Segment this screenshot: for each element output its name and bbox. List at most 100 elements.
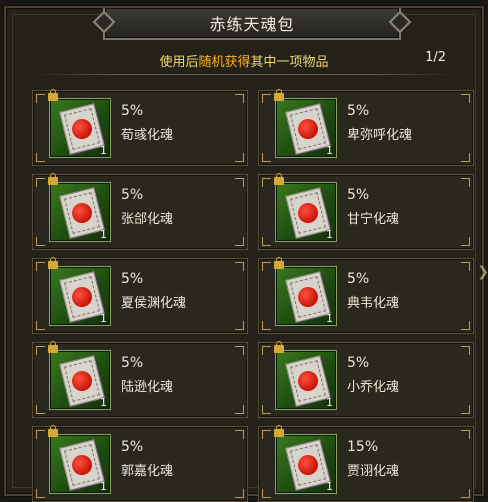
description-suffix: 其中一项物品: [250, 55, 329, 70]
red-seal: [295, 452, 321, 478]
item-pack-panel: 赤练天魂包 使用后随机获得其中一项物品 1/2 1 5% 荀彧化魂 1 5% 卑…: [4, 6, 484, 502]
card-corner: [36, 321, 45, 330]
lock-icon: [48, 89, 58, 101]
item-name: 夏侯渊化魂: [121, 296, 187, 311]
talisman-card: [285, 355, 331, 407]
item-probability: 5%: [347, 355, 370, 371]
lock-icon: [48, 257, 58, 269]
item-card[interactable]: 1 5% 荀彧化魂: [32, 89, 248, 166]
red-seal: [295, 116, 321, 142]
item-card[interactable]: 1 5% 夏侯渊化魂: [32, 257, 248, 334]
item-quantity: 1: [326, 144, 333, 157]
card-corner: [461, 262, 470, 271]
red-seal: [69, 368, 95, 394]
card-corner: [262, 346, 271, 355]
talisman-card: [59, 439, 105, 491]
card-corner: [36, 237, 45, 246]
item-name: 张郃化魂: [121, 212, 174, 227]
description-highlight: 随机获得: [198, 55, 251, 70]
card-corner: [461, 405, 470, 414]
panel-title: 赤练天魂包: [209, 15, 295, 34]
card-corner: [235, 489, 244, 498]
red-seal: [295, 284, 321, 310]
card-corner: [36, 178, 45, 187]
lock-icon: [48, 425, 58, 437]
lock-icon: [48, 173, 58, 185]
item-quantity: 1: [326, 312, 333, 325]
item-name: 荀彧化魂: [121, 128, 174, 143]
item-card[interactable]: 1 15% 贾诩化魂: [258, 425, 474, 502]
card-corner: [36, 153, 45, 162]
card-corner: [262, 262, 271, 271]
item-card[interactable]: 1 5% 甘宁化魂: [258, 173, 474, 250]
soul-talisman-icon[interactable]: 1: [48, 257, 111, 326]
item-probability: 5%: [347, 187, 370, 203]
item-probability: 5%: [121, 187, 144, 203]
red-seal: [69, 452, 95, 478]
item-quantity: 1: [100, 480, 107, 493]
card-corner: [262, 430, 271, 439]
lock-icon: [274, 341, 284, 353]
item-name: 贾诩化魂: [347, 464, 400, 479]
item-card[interactable]: 1 5% 卑弥呼化魂: [258, 89, 474, 166]
card-corner: [36, 262, 45, 271]
item-probability: 15%: [347, 439, 379, 455]
soul-talisman-icon[interactable]: 1: [48, 173, 111, 242]
talisman-card: [285, 439, 331, 491]
lock-icon: [274, 173, 284, 185]
card-corner: [461, 430, 470, 439]
card-corner: [461, 237, 470, 246]
soul-talisman-icon[interactable]: 1: [274, 89, 337, 158]
item-quantity: 1: [100, 228, 107, 241]
talisman-card: [59, 187, 105, 239]
card-corner: [36, 405, 45, 414]
item-card[interactable]: 1 5% 张郃化魂: [32, 173, 248, 250]
item-card[interactable]: 1 5% 典韦化魂: [258, 257, 474, 334]
card-corner: [235, 262, 244, 271]
soul-talisman-icon[interactable]: 1: [48, 425, 111, 494]
card-corner: [461, 178, 470, 187]
card-corner: [262, 489, 271, 498]
item-name: 陆逊化魂: [121, 380, 174, 395]
item-probability: 5%: [121, 355, 144, 371]
item-quantity: 1: [326, 396, 333, 409]
item-quantity: 1: [100, 396, 107, 409]
item-card[interactable]: 1 5% 小乔化魂: [258, 341, 474, 418]
item-quantity: 1: [326, 228, 333, 241]
red-seal: [295, 200, 321, 226]
talisman-card: [285, 187, 331, 239]
soul-talisman-icon[interactable]: 1: [274, 425, 337, 494]
page-indicator: 1/2: [425, 50, 446, 65]
red-seal: [69, 284, 95, 310]
soul-talisman-icon[interactable]: 1: [48, 341, 111, 410]
header-divider: [36, 74, 452, 75]
card-corner: [235, 153, 244, 162]
soul-talisman-icon[interactable]: 1: [48, 89, 111, 158]
item-card[interactable]: 1 5% 陆逊化魂: [32, 341, 248, 418]
card-corner: [235, 178, 244, 187]
card-corner: [461, 153, 470, 162]
talisman-card: [285, 103, 331, 155]
soul-talisman-icon[interactable]: 1: [274, 173, 337, 242]
card-corner: [461, 94, 470, 103]
card-corner: [262, 237, 271, 246]
title-plate: 赤练天魂包: [92, 8, 412, 40]
lock-icon: [274, 257, 284, 269]
soul-talisman-icon[interactable]: 1: [274, 257, 337, 326]
item-name: 卑弥呼化魂: [347, 128, 413, 143]
item-grid: 1 5% 荀彧化魂 1 5% 卑弥呼化魂 1 5% 张郃化魂 1 5% 甘宁化魂…: [32, 89, 474, 502]
lock-icon: [274, 425, 284, 437]
item-probability: 5%: [121, 439, 144, 455]
chevron-right-icon[interactable]: ❯: [477, 264, 488, 280]
soul-talisman-icon[interactable]: 1: [274, 341, 337, 410]
red-seal: [69, 116, 95, 142]
item-name: 小乔化魂: [347, 380, 400, 395]
card-corner: [262, 405, 271, 414]
card-corner: [235, 237, 244, 246]
card-corner: [36, 489, 45, 498]
pack-description: 使用后随机获得其中一项物品: [6, 51, 482, 70]
item-card[interactable]: 1 5% 郭嘉化魂: [32, 425, 248, 502]
red-seal: [69, 200, 95, 226]
item-probability: 5%: [347, 271, 370, 287]
card-corner: [461, 489, 470, 498]
